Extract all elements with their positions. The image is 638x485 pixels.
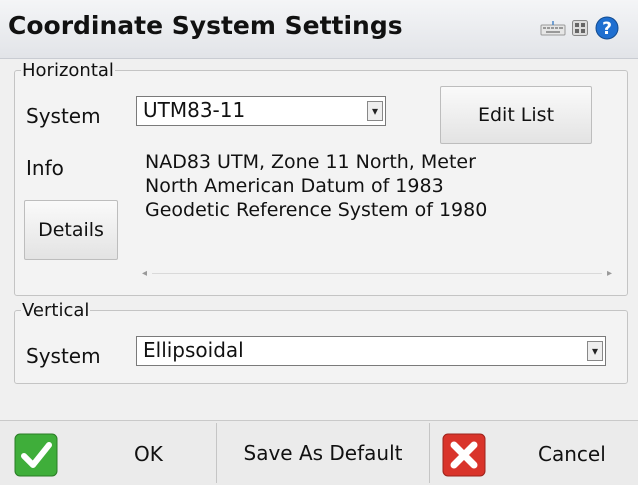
info-line: North American Datum of 1983 bbox=[145, 175, 444, 197]
horizontal-system-select[interactable]: UTM83-11 ▾ bbox=[136, 96, 386, 126]
keyboard-icon[interactable] bbox=[540, 20, 566, 36]
cancel-label: Cancel bbox=[538, 442, 606, 466]
info-text: NAD83 UTM, Zone 11 North, Meter North Am… bbox=[145, 150, 487, 222]
scroll-track[interactable] bbox=[152, 273, 602, 274]
page-title: Coordinate System Settings bbox=[8, 11, 403, 40]
footer-bar: OK Save As Default Cancel bbox=[0, 420, 638, 485]
chevron-down-icon[interactable]: ▾ bbox=[587, 341, 603, 361]
horizontal-system-value: UTM83-11 bbox=[143, 98, 246, 122]
details-button[interactable]: Details bbox=[24, 200, 118, 260]
info-horizontal-scrollbar[interactable]: ◂ ▸ bbox=[142, 268, 612, 280]
scroll-right-icon[interactable]: ▸ bbox=[607, 268, 612, 279]
info-label: Info bbox=[26, 156, 64, 180]
ok-button[interactable]: OK bbox=[0, 421, 216, 485]
save-as-default-label: Save As Default bbox=[243, 441, 403, 465]
scroll-left-icon[interactable]: ◂ bbox=[142, 268, 147, 279]
vertical-legend: Vertical bbox=[22, 300, 90, 321]
help-icon[interactable]: ? bbox=[595, 16, 619, 40]
title-bar: Coordinate System Settings ? bbox=[0, 0, 638, 59]
x-icon bbox=[442, 433, 486, 477]
svg-text:?: ? bbox=[602, 19, 612, 39]
info-line: NAD83 UTM, Zone 11 North, Meter bbox=[145, 151, 476, 173]
cancel-button[interactable]: Cancel bbox=[430, 421, 638, 485]
ok-label: OK bbox=[134, 442, 163, 466]
check-icon bbox=[14, 433, 58, 477]
save-as-default-button[interactable]: Save As Default bbox=[217, 421, 429, 485]
edit-list-button[interactable]: Edit List bbox=[440, 86, 592, 144]
info-line: Geodetic Reference System of 1980 bbox=[145, 199, 488, 221]
vertical-system-label: System bbox=[26, 344, 101, 368]
vertical-system-select[interactable]: Ellipsoidal ▾ bbox=[136, 336, 606, 366]
chevron-down-icon[interactable]: ▾ bbox=[367, 101, 383, 121]
horizontal-legend: Horizontal bbox=[22, 60, 114, 81]
vertical-system-value: Ellipsoidal bbox=[143, 338, 244, 362]
grid-icon[interactable] bbox=[572, 20, 588, 36]
horizontal-system-label: System bbox=[26, 104, 101, 128]
